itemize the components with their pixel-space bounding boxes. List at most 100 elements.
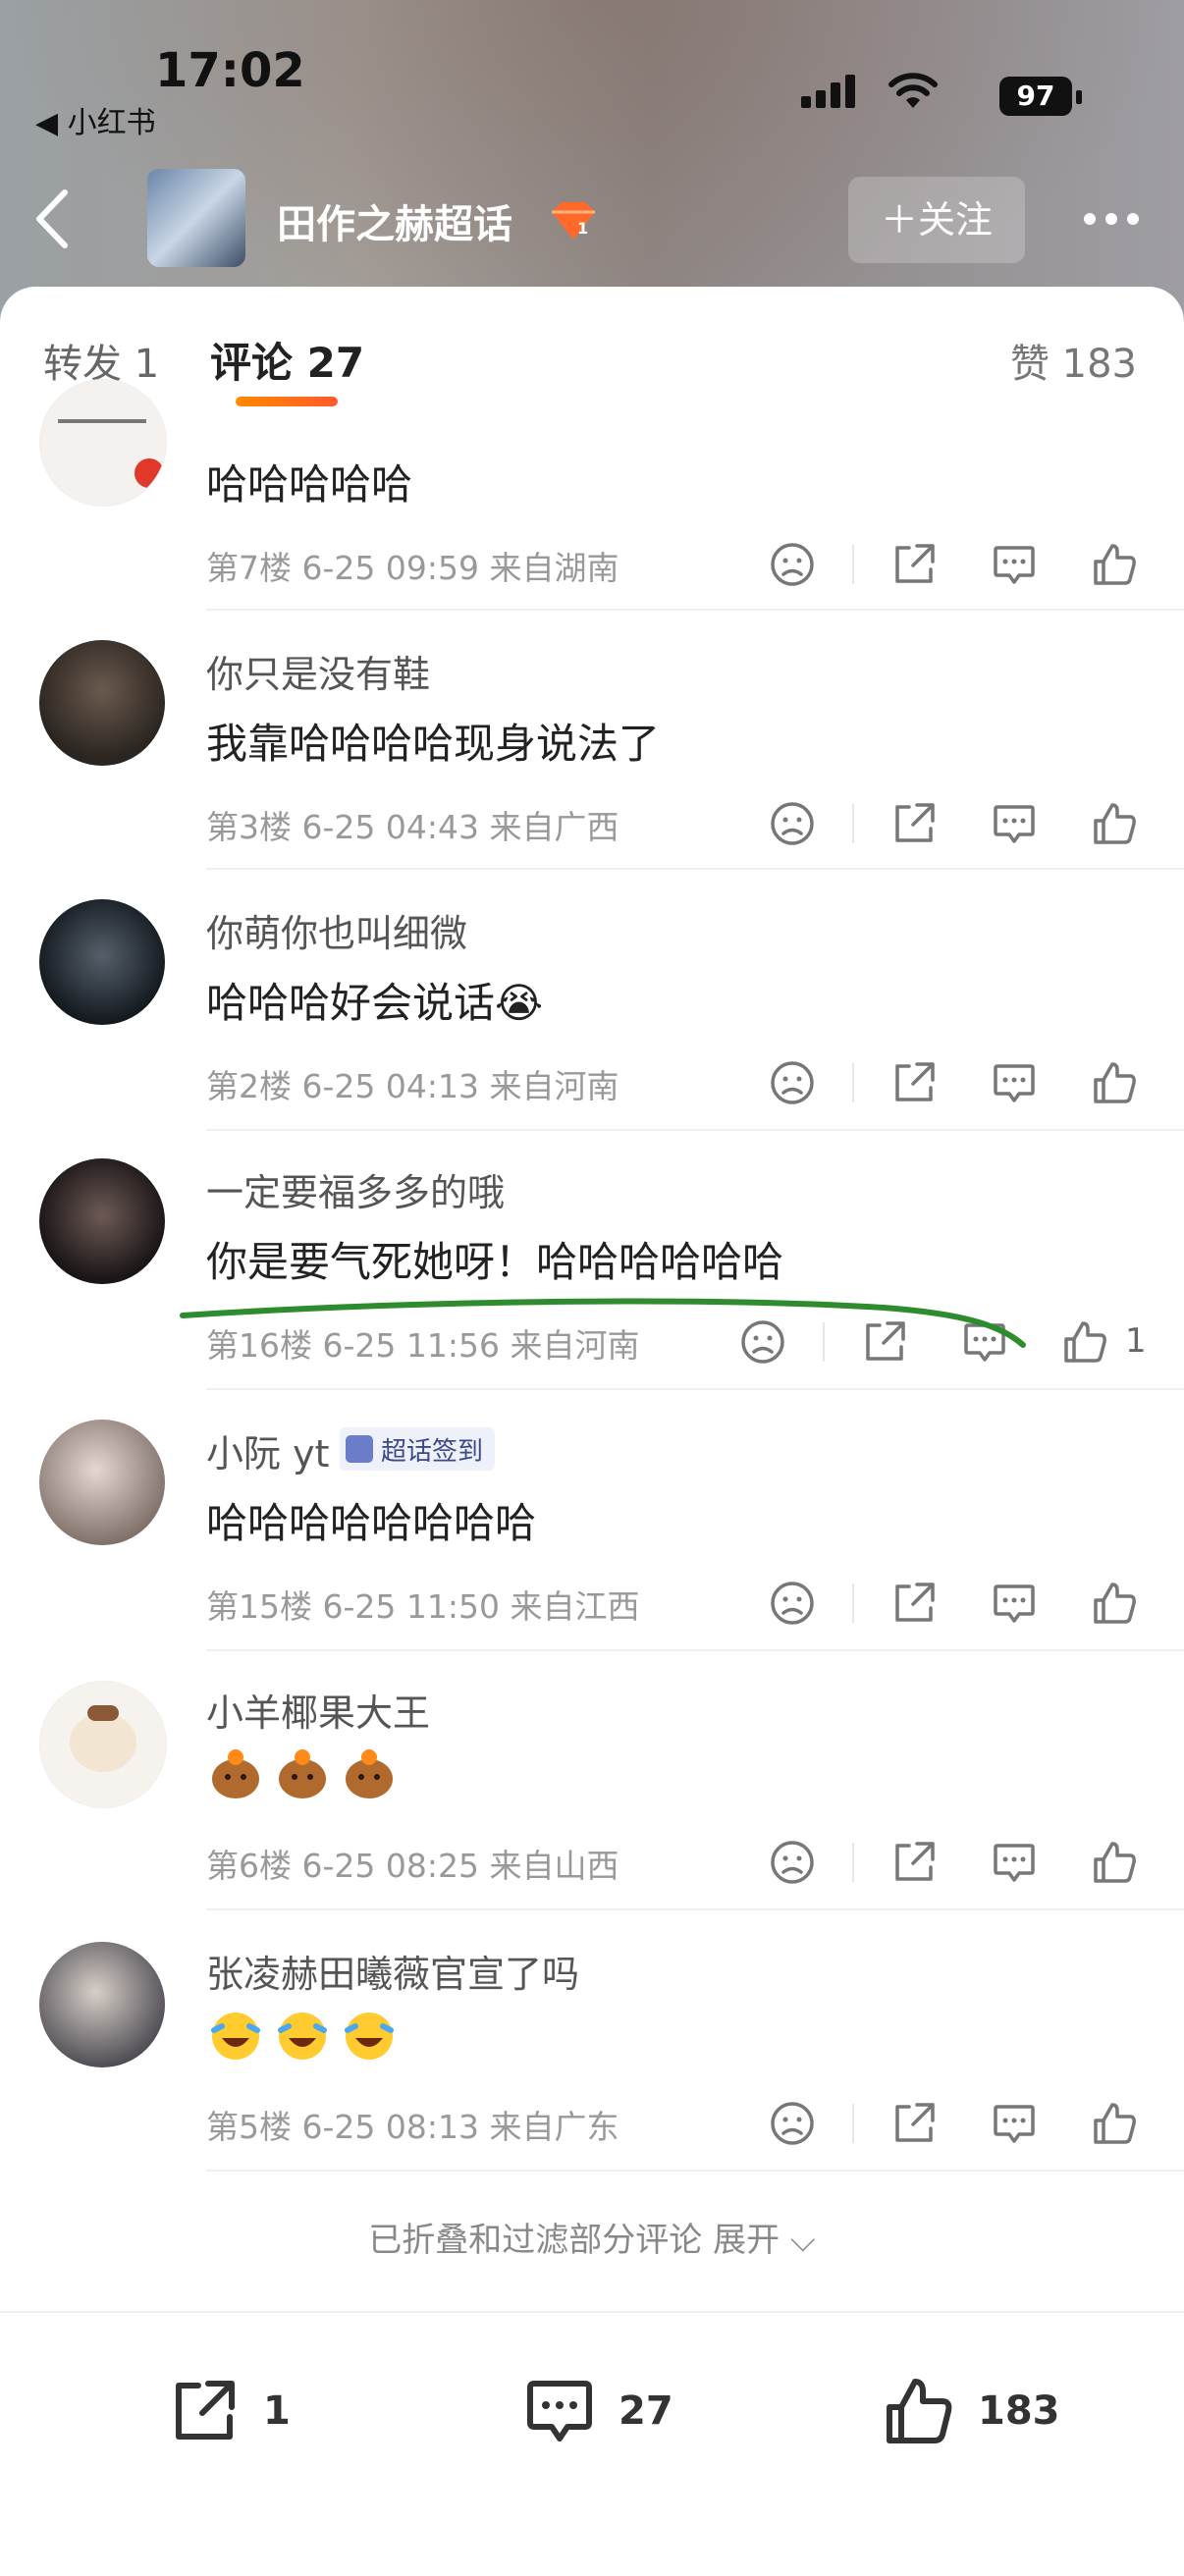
comment-username[interactable]: 小阮 yt [206,1423,329,1477]
comment-button[interactable] [988,2097,1041,2150]
action-separator [852,545,854,584]
like-button[interactable] [1088,1836,1141,1889]
expand-folded-comments[interactable]: 已折叠和过滤部分评论 展开 ⌵ [0,2213,1184,2261]
dislike-button[interactable] [766,1056,819,1109]
share-button[interactable] [888,2097,941,2150]
bottom-comment-button[interactable]: 27 [520,2372,673,2450]
like-button[interactable] [1088,797,1141,850]
share-icon [866,1321,905,1361]
comment-icon [994,2105,1035,2143]
avatar[interactable] [39,1420,165,1545]
active-tab-indicator [236,397,338,406]
dislike-button[interactable] [766,538,819,591]
bottom-like-count: 183 [978,2388,1060,2434]
comment-button[interactable] [988,1577,1041,1630]
like-button[interactable] [1088,1577,1141,1630]
thumbs-up-icon [1094,1583,1136,1624]
calendar-check-icon [346,1435,373,1463]
topic-title[interactable]: 田作之赫超话 [277,192,512,249]
bottom-like-button[interactable]: 183 [880,2372,1060,2450]
avatar[interactable] [39,640,165,766]
comment-button[interactable] [958,1315,1011,1368]
back-arrow-icon[interactable] [29,185,79,253]
share-icon [895,1062,935,1101]
tab-comment[interactable]: 评论 27 [210,330,364,390]
comment-username[interactable]: 张凌赫田曦薇官宣了吗 [206,1944,579,1998]
like-button[interactable] [1088,1056,1141,1109]
comment-button[interactable] [988,1836,1041,1889]
share-icon [176,2381,235,2440]
comment-text: 哈哈哈哈哈 [206,460,413,509]
battery-indicator: 97 [999,77,1072,116]
share-button[interactable] [888,797,941,850]
action-separator [852,804,854,843]
bottom-repost-count: 1 [263,2388,291,2434]
dislike-button[interactable] [766,1577,819,1630]
comment-username[interactable]: 你萌你也叫细微 [206,903,467,957]
share-icon [895,1583,935,1622]
like-button[interactable] [1088,538,1141,591]
laughing-crying-emoji [345,2012,394,2060]
like-button[interactable] [1058,1315,1111,1368]
avatar[interactable] [39,1681,167,1808]
comment-button[interactable] [988,797,1041,850]
share-button[interactable] [858,1315,911,1368]
thumbs-up-icon [1064,1321,1106,1363]
comment-meta: 第5楼 6-25 08:13 来自广东 [206,2108,619,2146]
comment-meta: 第6楼 6-25 08:25 来自山西 [206,1847,619,1885]
share-icon [895,1842,935,1881]
bottom-repost-button[interactable]: 1 [165,2372,291,2450]
thumbs-up-icon [1094,803,1136,844]
divider [206,2170,1184,2172]
bottom-action-bar: 1 27 183 [0,2311,1184,2576]
action-separator [823,1322,825,1362]
divider [206,1388,1184,1390]
bottom-comment-count: 27 [619,2388,673,2434]
frown-icon [771,1582,814,1625]
comment-username[interactable]: 一定要福多多的哦 [206,1162,505,1216]
super-topic-checkin-badge: 超话签到 [340,1427,496,1471]
status-icons [801,73,939,110]
dislike-button[interactable] [766,1836,819,1889]
action-separator [852,1063,854,1102]
frown-icon [771,802,814,845]
comment-username[interactable]: 小羊椰果大王 [206,1683,430,1737]
thumbs-up-icon [1094,2103,1136,2144]
share-button[interactable] [888,1836,941,1889]
avatar[interactable] [39,1942,165,2067]
comment-text: 哈哈哈好会说话😭 [206,979,544,1027]
avatar[interactable] [39,899,165,1025]
capybara-emoji [212,1749,259,1798]
follow-button[interactable]: ＋关注 [848,177,1025,263]
comment-button[interactable] [988,1056,1041,1109]
back-to-app-link[interactable]: ◀ 小红书 [35,98,156,141]
share-button[interactable] [888,538,941,591]
comment-icon [994,546,1035,584]
badge-label: 超话签到 [381,1436,484,1467]
laughing-crying-emoji [278,2012,327,2060]
thumbs-up-icon [1094,544,1136,585]
like-button[interactable] [1088,2097,1141,2150]
avatar[interactable] [39,379,167,507]
svg-text:1: 1 [577,219,588,238]
tab-likes[interactable]: 赞 183 [1010,332,1137,389]
share-button[interactable] [888,1056,941,1109]
comment-icon [994,1844,1035,1882]
action-separator [852,1583,854,1623]
comment-icon [964,1323,1005,1362]
dislike-button[interactable] [766,797,819,850]
comment-button[interactable] [988,538,1041,591]
dislike-button[interactable] [736,1315,789,1368]
laughing-crying-emoji [211,2012,260,2060]
action-separator [852,2104,854,2143]
comment-icon [527,2381,592,2442]
more-options-button[interactable] [1072,192,1151,245]
comment-icon [994,1064,1035,1102]
topic-avatar[interactable] [147,169,245,267]
share-button[interactable] [888,1577,941,1630]
share-icon [895,2103,935,2142]
dislike-button[interactable] [766,2097,819,2150]
comment-username[interactable]: 你只是没有鞋 [206,644,430,698]
action-separator [852,1843,854,1882]
avatar[interactable] [39,1158,165,1284]
